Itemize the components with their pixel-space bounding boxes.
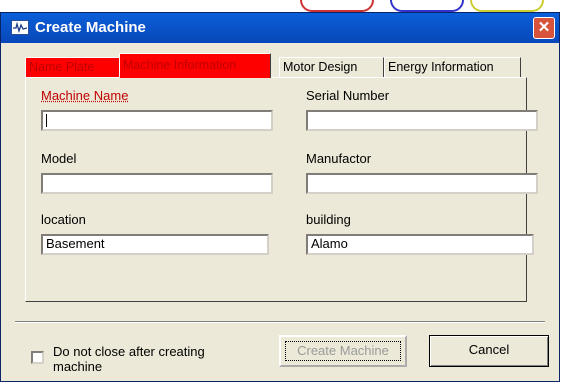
machine-name-label: Machine Name <box>41 88 129 103</box>
manufactor-label: Manufactor <box>306 151 372 166</box>
serial-number-input[interactable] <box>306 110 538 131</box>
building-label: building <box>306 212 351 227</box>
window-title: Create Machine <box>35 19 146 36</box>
keep-open-label: Do not close after creating machine <box>53 344 205 374</box>
keep-open-checkbox[interactable] <box>31 351 44 364</box>
location-label: location <box>41 212 86 227</box>
tab-panel: Machine Name Serial Number Model Manufac… <box>25 77 538 302</box>
focus-rectangle <box>285 341 401 361</box>
manufactor-input[interactable] <box>306 173 538 194</box>
serial-number-label: Serial Number <box>306 88 390 103</box>
create-machine-dialog: Create Machine ✕ Name Plate Machine Info… <box>0 12 560 382</box>
text-caret <box>46 114 47 128</box>
background-graphic <box>300 0 374 12</box>
tab-energy-information[interactable]: Energy Information <box>384 57 521 77</box>
tab-name-plate[interactable]: Name Plate <box>25 57 120 77</box>
close-icon[interactable]: ✕ <box>533 17 555 39</box>
background-window-strip <box>0 0 562 12</box>
background-graphic <box>470 0 544 12</box>
building-input[interactable]: Alamo <box>306 234 534 255</box>
model-input[interactable] <box>41 173 273 194</box>
model-label: Model <box>41 151 77 166</box>
title-bar[interactable]: Create Machine ✕ <box>1 13 559 43</box>
cancel-button-label: Cancel <box>468 342 510 357</box>
tab-machine-information[interactable]: Machine Information <box>119 53 271 78</box>
waveform-icon <box>11 20 29 35</box>
machine-name-input[interactable] <box>41 110 273 131</box>
location-input[interactable]: Basement <box>41 234 269 255</box>
tab-motor-design[interactable]: Motor Design <box>279 57 384 77</box>
background-graphic <box>390 0 464 12</box>
footer-divider <box>15 321 545 323</box>
create-machine-button[interactable]: Create Machine <box>279 335 407 367</box>
cancel-button[interactable]: Cancel <box>429 335 549 367</box>
